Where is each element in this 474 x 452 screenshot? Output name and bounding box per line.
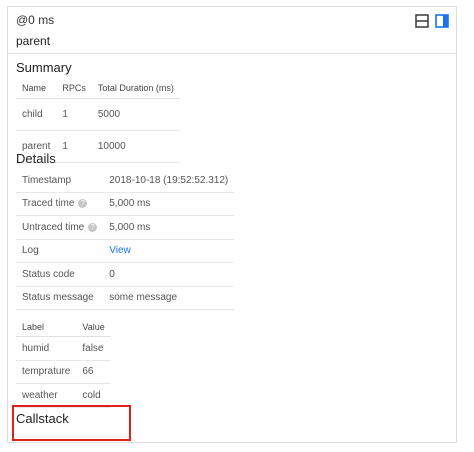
detail-key: Traced time? (16, 192, 104, 216)
label-key: humid (16, 336, 77, 361)
summary-cell: 1 (56, 98, 92, 131)
summary-col-name: Name (16, 78, 57, 99)
split-horizontal-icon[interactable] (414, 13, 430, 29)
summary-header-row: Name RPCs Total Duration (ms) (16, 78, 180, 99)
log-view-link[interactable]: View (109, 245, 131, 256)
split-vertical-icon[interactable] (434, 13, 450, 29)
summary-cell: 10000 (91, 130, 180, 163)
span-details-panel: @0 ms parent Summary Name RPCs Total Dur… (7, 6, 457, 443)
detail-value: View (103, 239, 235, 263)
summary-cell: child (16, 98, 57, 131)
detail-key: Status code (16, 262, 104, 287)
label-key: temprature (16, 360, 77, 384)
table-row: Timestamp 2018-10-18 (19:52:52.312) (16, 169, 235, 193)
detail-key: Status message (16, 286, 104, 310)
detail-value: 5,000 ms (103, 192, 235, 216)
labels-col-label: Label (16, 317, 77, 337)
table-row: Log View (16, 239, 235, 263)
summary-col-duration: Total Duration (ms) (91, 78, 180, 99)
detail-key: Timestamp (16, 169, 104, 193)
label-value: cold (76, 383, 111, 408)
detail-value: 5,000 ms (103, 215, 235, 240)
labels-col-value: Value (76, 317, 111, 337)
table-row: Status message some message (16, 286, 235, 310)
label-key: weather (16, 383, 77, 408)
detail-key: Log (16, 239, 104, 263)
labels-table: Label Value humid false temprature 66 we… (16, 317, 111, 408)
span-name: parent (16, 34, 51, 48)
table-row: Untraced time? 5,000 ms (16, 215, 235, 240)
summary-col-rpcs: RPCs (56, 78, 92, 99)
header-divider (8, 53, 456, 54)
span-time: @0 ms (16, 13, 55, 27)
table-row: temprature 66 (16, 360, 111, 384)
table-row: humid false (16, 336, 111, 361)
table-row: weather cold (16, 383, 111, 408)
label-value: 66 (76, 360, 111, 384)
details-table: Timestamp 2018-10-18 (19:52:52.312) Trac… (16, 169, 235, 310)
labels-header-row: Label Value (16, 317, 111, 337)
help-icon[interactable]: ? (88, 222, 98, 232)
detail-value: 2018-10-18 (19:52:52.312) (103, 169, 235, 193)
summary-cell: 1 (56, 130, 92, 163)
details-title: Details (16, 151, 56, 166)
detail-value: some message (103, 286, 235, 310)
detail-key-label: Traced time (22, 198, 75, 210)
help-icon[interactable]: ? (78, 199, 88, 209)
table-row: Status code 0 (16, 262, 235, 287)
detail-key: Untraced time? (16, 215, 104, 240)
summary-title: Summary (16, 60, 72, 75)
detail-value: 0 (103, 262, 235, 287)
summary-cell: 5000 (91, 98, 180, 131)
table-row: child 1 5000 (16, 98, 180, 131)
detail-key-label: Untraced time (22, 221, 85, 233)
callstack-title[interactable]: Callstack (16, 411, 69, 426)
table-row: Traced time? 5,000 ms (16, 192, 235, 216)
label-value: false (76, 336, 111, 361)
